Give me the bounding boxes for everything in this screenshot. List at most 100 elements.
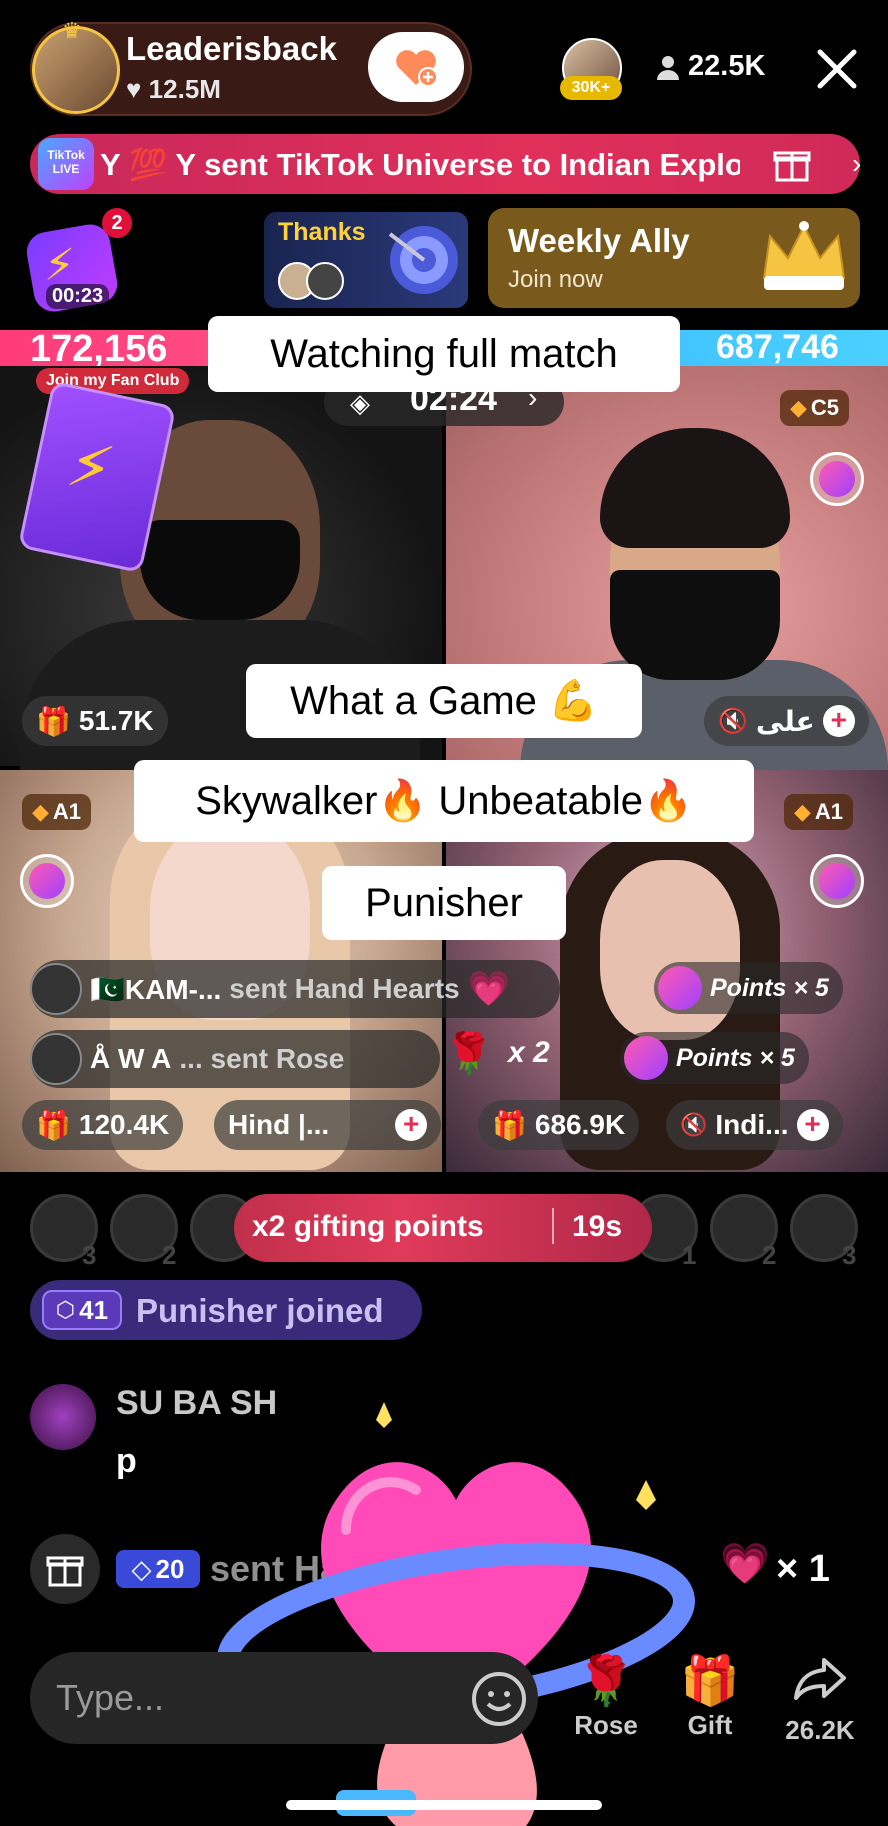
top-viewer-badge: 30K+	[560, 76, 622, 100]
chat-bubble: Skywalker🔥 Unbeatable🔥	[134, 760, 754, 842]
target-icon	[384, 220, 464, 300]
heart-plus-icon	[394, 47, 438, 87]
host-name: Leaderisback	[126, 30, 337, 67]
plus-icon[interactable]: +	[395, 1109, 428, 1141]
points-icon	[624, 1036, 668, 1080]
crown-icon	[756, 218, 852, 298]
points-icon	[658, 966, 702, 1010]
notification-user: 🇵🇰KAM-...	[90, 973, 222, 1005]
plus-icon[interactable]: +	[796, 1109, 829, 1141]
tile-name-pill[interactable]: 🔇 Indi... +	[666, 1100, 843, 1150]
weekly-ally-title: Weekly Ally	[508, 222, 690, 259]
gift-icon: 🎁	[36, 1109, 71, 1141]
ranking-number: 2	[162, 1240, 177, 1270]
gift-boost-icon[interactable]	[20, 854, 74, 908]
rank-tag: ◆ A1	[22, 794, 92, 830]
comment-text: p	[116, 1442, 137, 1480]
rank-tag: ◆ A1	[784, 794, 854, 830]
tile-name-pill[interactable]: 🔇 علی +	[704, 696, 869, 746]
tiktok-live-logo: TikTok LIVE	[38, 138, 94, 190]
gifting-points-timer: 19s	[572, 1210, 623, 1243]
gift-boost-icon[interactable]	[810, 452, 864, 506]
chevron-right-icon[interactable]: ›	[852, 148, 861, 180]
gift-button[interactable]: 🎁 Gift	[664, 1654, 756, 1741]
hand-hearts-animation	[196, 1380, 716, 1826]
ranking-number: 2	[762, 1240, 777, 1270]
gift-icon: 🎁	[492, 1109, 527, 1141]
points-notification: Points × 5	[654, 962, 843, 1014]
ranking-number: 1	[682, 1240, 697, 1270]
tile-gift-stat-value: 686.9K	[534, 1109, 626, 1140]
close-icon[interactable]	[812, 44, 862, 94]
gift-boost-icon[interactable]	[810, 854, 864, 908]
tile-name: Hind |...	[228, 1109, 330, 1140]
gifting-points-label: x2 gifting points	[252, 1210, 484, 1243]
tile-name: علی	[755, 705, 815, 737]
gift-icon: 🎁	[36, 705, 71, 737]
emoji-icon[interactable]	[470, 1670, 528, 1728]
joined-text: Punisher joined	[136, 1292, 384, 1329]
diamond-icon: ◆	[794, 799, 811, 824]
divider	[552, 1208, 554, 1244]
diamond-icon: ◆	[32, 799, 49, 824]
host-likes-value: 12.5M	[148, 74, 221, 104]
plus-icon[interactable]: +	[822, 705, 855, 737]
lightning-timer: 00:23	[46, 284, 110, 309]
gift-label: Gift	[687, 1710, 733, 1740]
viewer-count[interactable]: 22.5K	[656, 50, 765, 83]
share-count: 26.2K	[785, 1715, 855, 1745]
commenter-avatar[interactable]	[30, 1384, 96, 1450]
tile-gift-stat-value: 51.7K	[78, 705, 154, 736]
banner-text: Y 💯 Y sent TikTok Universe to Indian Exp…	[100, 147, 740, 182]
chat-bubble: Punisher	[322, 866, 566, 940]
tile-gift-stat: 🎁 51.7K	[22, 696, 168, 746]
tile-gift-stat: 🎁 120.4K	[22, 1100, 184, 1150]
level-badge: ⬡ 41	[42, 1290, 122, 1330]
gift-icon	[46, 1556, 84, 1587]
notification-badge: 2	[102, 208, 132, 238]
thanks-label: Thanks	[278, 218, 366, 246]
diamond-icon: ◈	[350, 388, 370, 418]
streamer-video	[140, 520, 300, 620]
notification-action: sent Hand Hearts	[229, 973, 460, 1004]
diamond-icon: ◇	[131, 1553, 152, 1584]
points-label: Points × 5	[710, 973, 829, 1002]
tile-gift-stat: 🎁 686.9K	[478, 1100, 640, 1150]
viewer-count-value: 22.5K	[688, 50, 766, 82]
weekly-ally-join[interactable]: Join now	[508, 266, 603, 294]
tile-name-pill[interactable]: Hind |... +	[214, 1100, 442, 1150]
rose-button[interactable]: 🌹 Rose	[560, 1654, 652, 1741]
gift-notification: 🇵🇰KAM-... sent Hand Hearts 💗	[30, 960, 560, 1018]
home-indicator[interactable]	[286, 1800, 602, 1810]
chat-bubble: What a Game 💪	[246, 664, 642, 738]
gift-notification: Å W A ... sent Rose	[30, 1030, 440, 1088]
hand-hearts-icon: 💗	[467, 970, 510, 1008]
tile-name: Indi...	[715, 1109, 789, 1140]
right-team-score: 687,746	[716, 328, 839, 366]
rose-icon: 🌹	[576, 1655, 636, 1708]
notification-user: Å W A	[90, 1043, 172, 1074]
rank-tag-label: A1	[52, 799, 82, 824]
host-likes: ♥ 12.5M	[126, 74, 221, 104]
points-label: Points × 5	[676, 1043, 795, 1072]
muted-icon: 🔇	[718, 707, 748, 735]
follow-button[interactable]	[368, 32, 464, 102]
rose-label: Rose	[574, 1710, 638, 1740]
avatar	[306, 262, 344, 300]
share-button[interactable]: 26.2K	[770, 1654, 870, 1746]
muted-icon: 🔇	[680, 1112, 708, 1137]
combo-count: x 2	[508, 1036, 550, 1069]
diamond-icon: ◆	[790, 395, 807, 420]
rank-tag: ◆ C5	[780, 390, 850, 426]
coin-value: 20	[155, 1553, 185, 1584]
crown-icon: ♛	[62, 18, 82, 43]
ranking-number: 3	[842, 1240, 857, 1270]
rank-tag-label: C5	[810, 395, 840, 420]
hand-hearts-icon: 💗	[720, 1542, 770, 1586]
streamer-video	[610, 570, 780, 680]
gift-box-button[interactable]	[30, 1534, 100, 1604]
tile-gift-stat-value: 120.4K	[78, 1109, 170, 1140]
level-icon: ⬡	[55, 1297, 76, 1322]
rank-tag-label: A1	[814, 799, 844, 824]
comment-input[interactable]	[30, 1652, 538, 1744]
